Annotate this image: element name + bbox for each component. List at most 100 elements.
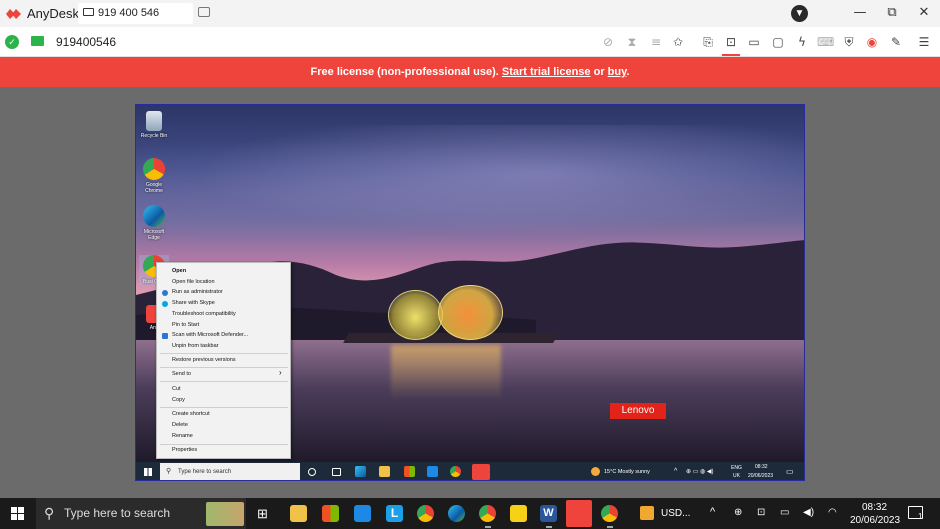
- menu-item-restore-versions[interactable]: Restore previous versions: [172, 357, 236, 364]
- desktop-icon-label: Recycle Bin: [140, 133, 168, 139]
- language-top[interactable]: ENG: [731, 465, 742, 471]
- menu-item-run-as-admin[interactable]: Run as administrator: [172, 289, 223, 296]
- menu-item-properties[interactable]: Properties: [172, 447, 197, 454]
- task-view-icon[interactable]: ⊞: [257, 506, 268, 522]
- edge-icon: [143, 205, 165, 227]
- lightning-icon[interactable]: ϟ: [794, 34, 810, 50]
- word-icon[interactable]: W: [540, 505, 557, 522]
- edge-taskbar-icon[interactable]: [448, 505, 465, 522]
- submenu-arrow-icon: ›: [279, 368, 282, 377]
- host-search-box[interactable]: ⚲ Type here to search: [36, 498, 246, 529]
- file-transfer-icon[interactable]: ⎘: [700, 34, 716, 50]
- tray-chevron-icon[interactable]: ^: [710, 506, 715, 518]
- remote-screen[interactable]: Lenovo Recycle Bin Google Chrome Microso…: [135, 104, 805, 481]
- app-l-icon[interactable]: L: [386, 505, 403, 522]
- edge-taskbar-icon[interactable]: [355, 466, 366, 477]
- whiteboard-icon[interactable]: ✎: [888, 34, 904, 50]
- desktop-icon-chrome[interactable]: Google Chrome: [139, 158, 169, 194]
- windows-start-icon[interactable]: [11, 507, 24, 520]
- menu-item-pin-to-start[interactable]: Pin to Start: [172, 322, 199, 329]
- stock-icon[interactable]: [640, 506, 654, 520]
- menu-icon[interactable]: ☰: [916, 34, 932, 50]
- display-icon[interactable]: ▭: [746, 34, 762, 50]
- menu-item-cut[interactable]: Cut: [172, 386, 181, 393]
- chrome-profile-icon[interactable]: [417, 505, 434, 522]
- menu-item-open[interactable]: Open: [172, 268, 186, 275]
- or-text: or: [593, 66, 605, 78]
- minimize-button[interactable]: —: [845, 3, 875, 23]
- menu-item-scan-defender[interactable]: Scan with Microsoft Defender...: [172, 332, 248, 339]
- menu-item-create-shortcut[interactable]: Create shortcut: [172, 411, 210, 418]
- clouds: [136, 125, 804, 245]
- desktop-icon-edge[interactable]: Microsoft Edge: [139, 205, 169, 241]
- running-indicator: [607, 526, 613, 528]
- connected-check-icon: ✓: [5, 35, 19, 49]
- chrome-taskbar-icon[interactable]: [479, 505, 496, 522]
- file-explorer-icon[interactable]: [290, 505, 307, 522]
- desktop-icon-recycle-bin[interactable]: Recycle Bin: [139, 111, 169, 139]
- host-clock-time[interactable]: 08:32: [862, 502, 887, 513]
- license-banner: Free license (non-professional use). Sta…: [0, 57, 940, 87]
- app-title: AnyDesk: [27, 6, 80, 21]
- battery-icon[interactable]: ▭: [780, 507, 789, 518]
- main-menu-button[interactable]: ▼: [791, 5, 808, 22]
- menu-item-unpin-taskbar[interactable]: Unpin from taskbar: [172, 343, 218, 350]
- windows-start-icon[interactable]: [144, 468, 152, 476]
- skype-icon: [162, 301, 168, 307]
- menu-item-rename[interactable]: Rename: [172, 433, 193, 440]
- mail-icon[interactable]: [427, 466, 438, 477]
- record-icon[interactable]: ◉: [864, 34, 880, 50]
- notification-count: 1: [918, 512, 923, 521]
- new-tab-icon[interactable]: [198, 7, 210, 17]
- hourglass-icon[interactable]: ⧗: [624, 34, 640, 50]
- keyboard-icon[interactable]: ⌨: [817, 34, 834, 50]
- buy-link[interactable]: buy: [608, 66, 627, 78]
- task-view-icon[interactable]: [332, 468, 341, 476]
- close-button[interactable]: ✕: [909, 3, 939, 23]
- anydesk-taskbar-icon[interactable]: [566, 500, 592, 527]
- title-bar: AnyDesk 919 400 546 ▼ — ⧉ ✕: [0, 0, 940, 27]
- start-trial-link[interactable]: Start trial license: [502, 66, 591, 78]
- pin-star-icon[interactable]: ✩: [670, 34, 686, 50]
- remote-search-placeholder: Type here to search: [178, 469, 232, 475]
- menu-item-copy[interactable]: Copy: [172, 397, 185, 404]
- chat-icon[interactable]: ▢: [770, 34, 786, 50]
- maximize-button[interactable]: ⧉: [877, 3, 907, 23]
- stock-label[interactable]: USD...: [661, 508, 690, 519]
- banner-period: .: [626, 66, 630, 78]
- sticky-notes-icon[interactable]: [510, 505, 527, 522]
- cortana-icon[interactable]: [308, 468, 316, 476]
- weather-text[interactable]: 15°C Mostly sunny: [604, 469, 650, 475]
- desktop-icon-label: Microsoft Edge: [143, 229, 165, 241]
- bubble-tent: [438, 285, 503, 340]
- action-icon[interactable]: ⊡: [723, 34, 739, 50]
- tray-chevron-icon[interactable]: ^: [674, 468, 677, 475]
- privacy-icon[interactable]: ⊘: [600, 34, 616, 50]
- tray-secure-icon[interactable]: ⊡: [757, 507, 765, 518]
- store-icon[interactable]: [322, 505, 339, 522]
- menu-item-open-file-location[interactable]: Open file location: [172, 279, 215, 286]
- shield-icon[interactable]: ⛨: [841, 34, 857, 50]
- mail-icon[interactable]: [354, 505, 371, 522]
- file-explorer-icon[interactable]: [379, 466, 390, 477]
- session-tab[interactable]: 919 400 546: [78, 3, 193, 24]
- license-text: Free license (non-professional use).: [310, 66, 499, 78]
- recycle-bin-icon: [146, 111, 162, 131]
- chrome-taskbar-icon[interactable]: [450, 466, 461, 477]
- database-icon[interactable]: ≡: [648, 34, 664, 50]
- menu-item-send-to[interactable]: Send to: [172, 371, 191, 378]
- monitor-icon: [83, 8, 94, 16]
- menu-item-delete[interactable]: Delete: [172, 422, 188, 429]
- remote-notification-icon[interactable]: ▭: [786, 467, 794, 476]
- remote-search-box[interactable]: ⚲ Type here to search: [160, 463, 300, 480]
- menu-item-troubleshoot[interactable]: Troubleshoot compatibility: [172, 311, 236, 318]
- tray-app-icon[interactable]: ⊕: [734, 507, 742, 518]
- volume-icon[interactable]: ◀): [803, 507, 814, 518]
- store-icon[interactable]: [404, 466, 415, 477]
- anydesk-taskbar-icon[interactable]: [472, 464, 490, 480]
- tray-icons[interactable]: ⊕ ▭ ◍ ◀): [686, 468, 714, 475]
- remote-clock-time[interactable]: 08:32: [755, 464, 768, 470]
- chrome-second-icon[interactable]: [601, 505, 618, 522]
- wifi-icon[interactable]: ◠: [828, 507, 837, 518]
- menu-item-share-skype[interactable]: Share with Skype: [172, 300, 215, 307]
